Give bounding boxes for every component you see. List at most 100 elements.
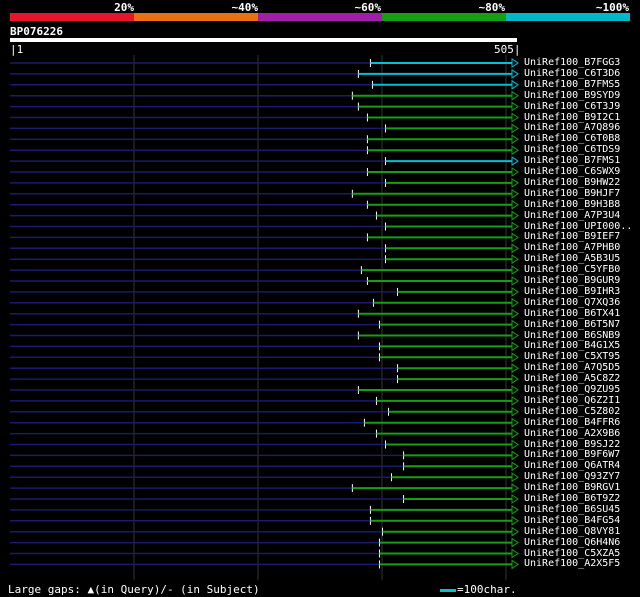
hit-label[interactable]: UniRef100_C5Z802 — [524, 406, 620, 417]
color-bar-segment — [382, 13, 506, 21]
hit-arrow-icon — [511, 112, 519, 123]
hit-label[interactable]: UniRef100_C6TDS9 — [524, 144, 620, 155]
scale-swatch — [440, 589, 456, 592]
hit-arrow-icon — [511, 145, 519, 156]
hit-arrow-icon — [511, 417, 519, 428]
hit-arrow-icon — [511, 58, 519, 68]
hit-label[interactable]: UniRef100_A2X9B6 — [524, 428, 620, 439]
hit-arrow-icon — [511, 504, 519, 515]
identity-scale-labels: 20% ~40% ~60% ~80% ~100% — [0, 0, 640, 14]
hit-arrow-icon — [511, 177, 519, 188]
hit-label[interactable]: UniRef100_B9RGV1 — [524, 482, 620, 493]
gaps-legend: Large gaps: ▲(in Query)/- (in Subject) — [8, 583, 260, 596]
query-name: BP076226 — [10, 25, 63, 38]
hit-label[interactable]: UniRef100_A7Q896 — [524, 122, 620, 133]
hit-label[interactable]: UniRef100_A5C8Z2 — [524, 373, 620, 384]
hit-label[interactable]: UniRef100_Q7XQ36 — [524, 297, 620, 308]
hit-label[interactable]: UniRef100_Q6Z2I1 — [524, 395, 620, 406]
hit-arrow-icon — [511, 472, 519, 483]
hit-label[interactable]: UniRef100_Q9ZU95 — [524, 384, 620, 395]
hit-label[interactable]: UniRef100_C5XZA5 — [524, 548, 620, 559]
hit-label[interactable]: UniRef100_B9IEF7 — [524, 231, 620, 242]
hit-arrow-icon — [511, 232, 519, 243]
hit-list: UniRef100_B7FGG3 UniRef100_C6T3D6 UniRef10… — [0, 55, 640, 580]
hit-label[interactable]: UniRef100_B9IHR3 — [524, 286, 620, 297]
hit-label[interactable]: UniRef100_B9GUR9 — [524, 275, 620, 286]
hit-arrow-icon — [511, 559, 519, 570]
hit-label[interactable]: UniRef100_Q8VY81 — [524, 526, 620, 537]
hit-label[interactable]: UniRef100_B9HJF7 — [524, 188, 620, 199]
hit-label[interactable]: UniRef100_UPI000.. — [524, 221, 632, 232]
hit-arrow-icon — [511, 428, 519, 439]
hit-arrow-icon — [511, 199, 519, 210]
hit-label[interactable]: UniRef100_B6T5N7 — [524, 319, 620, 330]
hit-arrow-icon — [511, 374, 519, 385]
hit-label[interactable]: UniRef100_B4FG54 — [524, 515, 620, 526]
hit-arrow-icon — [511, 450, 519, 461]
hit-label[interactable]: UniRef100_B4FFR6 — [524, 417, 620, 428]
hit-label[interactable]: UniRef100_B7FMS1 — [524, 155, 620, 166]
hit-arrow-icon — [511, 363, 519, 374]
color-bar-segment — [134, 13, 258, 21]
hit-arrow-icon — [511, 297, 519, 308]
hit-label[interactable]: UniRef100_C6T0B8 — [524, 133, 620, 144]
hit-arrow-icon — [511, 483, 519, 494]
hit-label[interactable]: UniRef100_C5YFB0 — [524, 264, 620, 275]
hit-arrow-icon — [511, 286, 519, 297]
query-bar — [10, 38, 517, 42]
hit-label[interactable]: UniRef100_A5B3U5 — [524, 253, 620, 264]
hit-arrow-icon — [511, 494, 519, 504]
scale-legend: =100char. — [457, 583, 517, 596]
hit-label[interactable]: UniRef100_C5XT95 — [524, 351, 620, 362]
hit-label[interactable]: UniRef100_B9H3B8 — [524, 199, 620, 210]
hit-arrow-icon — [511, 265, 519, 276]
hit-label[interactable]: UniRef100_B9HW22 — [524, 177, 620, 188]
hit-arrow-icon — [511, 188, 519, 199]
hit-arrow-icon — [511, 406, 519, 417]
hit-label[interactable]: UniRef100_B6TX41 — [524, 308, 620, 319]
hit-arrow-icon — [511, 68, 519, 79]
hit-arrow-icon — [511, 537, 519, 548]
hit-label[interactable]: UniRef100_B6SNB9 — [524, 330, 620, 341]
hit-label[interactable]: UniRef100_C6T3J9 — [524, 101, 620, 112]
hit-label[interactable]: UniRef100_C6T3D6 — [524, 68, 620, 79]
hit-label[interactable]: UniRef100_B9SJ22 — [524, 439, 620, 450]
hit-label[interactable]: UniRef100_B9I2C1 — [524, 112, 620, 123]
hit-arrow-icon — [511, 330, 519, 341]
hit-arrow-icon — [511, 385, 519, 395]
hit-arrow-icon — [511, 90, 519, 101]
hit-label[interactable]: UniRef100_B6T9Z2 — [524, 493, 620, 504]
hit-label[interactable]: UniRef100_C6SWX9 — [524, 166, 620, 177]
hit-arrow-icon — [511, 123, 519, 134]
hit-arrow-icon — [511, 308, 519, 319]
hit-label[interactable]: UniRef100_B6SU45 — [524, 504, 620, 515]
hit-arrow-icon — [511, 515, 519, 526]
hit-arrow-icon — [511, 352, 519, 363]
hit-label[interactable]: UniRef100_B9SYD9 — [524, 90, 620, 101]
hit-label[interactable]: UniRef100_B9F6W7 — [524, 449, 620, 460]
hit-label[interactable]: UniRef100_B7FGG3 — [524, 57, 620, 68]
hit-label[interactable]: UniRef100_A2X5F5 — [524, 558, 620, 569]
hit-arrow-icon — [511, 341, 519, 352]
color-bar-segment — [506, 13, 630, 21]
hit-label[interactable]: UniRef100_Q93ZY7 — [524, 471, 620, 482]
hit-arrow-icon — [511, 439, 519, 450]
color-bar-segment — [258, 13, 382, 21]
hit-arrow-icon — [511, 319, 519, 330]
hit-label[interactable]: UniRef100_Q6H4N6 — [524, 537, 620, 548]
hit-arrow-icon — [511, 548, 519, 559]
hit-arrow-icon — [511, 243, 519, 254]
hit-arrow-icon — [511, 101, 519, 112]
hit-arrow-icon — [511, 526, 519, 537]
hit-label[interactable]: UniRef100_A7Q5D5 — [524, 362, 620, 373]
color-bar-segment — [10, 13, 134, 21]
identity-color-bar — [10, 13, 630, 21]
hit-label[interactable]: UniRef100_Q6ATR4 — [524, 460, 620, 471]
hit-label[interactable]: UniRef100_B7FMS5 — [524, 79, 620, 90]
hit-label[interactable]: UniRef100_A7P3U4 — [524, 210, 620, 221]
hit-arrow-icon — [511, 254, 519, 265]
hit-arrow-icon — [511, 79, 519, 90]
hit-label[interactable]: UniRef100_A7PHB0 — [524, 242, 620, 253]
hit-label[interactable]: UniRef100_B4G1X5 — [524, 340, 620, 351]
hit-arrow-icon — [511, 395, 519, 406]
